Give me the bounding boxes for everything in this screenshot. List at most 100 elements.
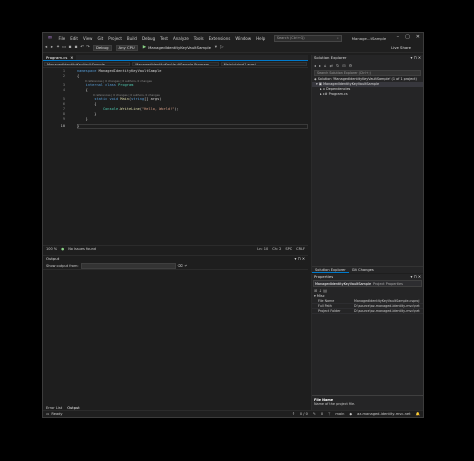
configuration-dropdown[interactable]: Debug	[93, 44, 112, 51]
code-editor[interactable]: 1 2 3 4 5 6 7 8 9 10 namespace ManagedId…	[43, 68, 308, 235]
tree-item-label: ManagedIdentityKeyVaultSample	[323, 82, 380, 86]
home-icon[interactable]: ⌂	[324, 63, 327, 68]
output-source-dropdown[interactable]	[80, 262, 176, 269]
live-share-button[interactable]: Live Share	[391, 45, 411, 50]
platform-dropdown[interactable]: Any CPU	[115, 44, 138, 51]
menu-view[interactable]: View	[80, 36, 95, 41]
category-label: Misc	[316, 294, 325, 298]
solution-explorer-pane: Solution Explorer ▾ ⊓ ✕ ◂ ▸ ⌂ ⇄ ↻ ⊟ ⚙ Se…	[311, 55, 423, 273]
solution-explorer-tabs: Solution Explorer Git Changes	[312, 266, 423, 273]
search-input[interactable]: Search (Ctrl+Q) ⌕	[273, 34, 342, 42]
issues-status[interactable]: No issues found	[68, 247, 96, 251]
line-number: 4	[62, 88, 65, 92]
window-controls: – ▢ ✕	[397, 34, 420, 40]
code-line: static void Main(string[] args)	[94, 97, 162, 101]
status-right: ↑ 0 / 0 ✎ 0 ᛘ main ◆ az-managed-identity…	[292, 412, 420, 416]
commit-count[interactable]: 0 / 0	[300, 412, 308, 416]
line-ending-indicator[interactable]: CRLF	[296, 247, 305, 251]
tree-item-label: Solution 'ManagedIdentityKeyVaultSample'…	[317, 77, 417, 81]
property-value[interactable]: ManagedIdentityKeyVaultSample.csproj	[354, 299, 423, 303]
arrow-up-icon[interactable]: ↑	[292, 412, 295, 416]
member-dropdown[interactable]: Main(string[] args)	[220, 62, 307, 66]
visual-studio-window: ∞ File Edit View Git Project Build Debug…	[42, 32, 424, 418]
pane-title: Properties	[314, 274, 334, 279]
collapse-icon[interactable]: ⊟	[342, 63, 345, 68]
pane-title: Output	[46, 256, 60, 261]
show-output-label: Show output from:	[46, 263, 79, 268]
menu-edit[interactable]: Edit	[68, 36, 81, 41]
property-description: File Name Name of the project file.	[312, 395, 423, 411]
menu-debug[interactable]: Debug	[139, 36, 157, 41]
sync-icon[interactable]: ⇄	[330, 63, 333, 68]
run-target-button[interactable]: ManagedIdentityKeyVaultSample	[148, 45, 211, 50]
property-pages-icon[interactable]: ▤	[323, 288, 327, 293]
property-value[interactable]: D:\source\az-managed-identity-mvc\net	[354, 304, 423, 308]
chevron-down-icon[interactable]: ▾	[314, 294, 316, 298]
chevron-right-icon[interactable]: ▸	[320, 87, 322, 91]
properties-icon[interactable]: ⚙	[349, 63, 353, 68]
repo-name[interactable]: az-managed-identity-mvc-net	[357, 412, 410, 416]
code-line: }	[77, 124, 80, 128]
pin-icon[interactable]: ▾ ⊓ ✕	[411, 55, 421, 61]
properties-toolbar: ⊞ ↓ ▤	[312, 287, 423, 294]
menu-file[interactable]: File	[56, 36, 68, 41]
line-number: 1	[62, 69, 65, 73]
solution-search-input[interactable]: Search Solution Explorer (Ctrl+;)	[314, 70, 421, 76]
maximize-icon[interactable]: ▢	[405, 34, 410, 40]
line-number: 10	[60, 124, 65, 128]
menu-window[interactable]: Window	[233, 36, 254, 41]
changes-count[interactable]: 0	[321, 412, 323, 416]
search-placeholder: Search (Ctrl+Q)	[276, 35, 305, 40]
property-row[interactable]: Project Folder D:\source\az-managed-iden…	[312, 309, 423, 314]
tab-git-changes[interactable]: Git Changes	[349, 267, 377, 273]
refresh-icon[interactable]: ↻	[336, 63, 339, 68]
menu-help[interactable]: Help	[254, 36, 268, 41]
pin-icon[interactable]: ▾ ⊓ ✕	[411, 274, 421, 280]
whitespace-indicator[interactable]: SPC	[285, 247, 292, 251]
tree-item-file[interactable]: ▸ c# Program.cs	[312, 92, 423, 97]
back-icon[interactable]: ◂	[314, 63, 316, 68]
code-line: internal class Program	[85, 83, 134, 87]
menu-tools[interactable]: Tools	[191, 36, 206, 41]
tab-program-cs[interactable]: Program.cs ✕	[43, 55, 77, 60]
tree-item-label: Program.cs	[328, 92, 348, 96]
alphabetical-icon[interactable]: ↓	[319, 288, 322, 293]
menu-project[interactable]: Project	[106, 36, 125, 41]
navigation-bar: ManagedIdentityKeyVaultSample ManagedIde…	[43, 61, 308, 68]
menu-extensions[interactable]: Extensions	[206, 36, 233, 41]
close-icon[interactable]: ✕	[416, 34, 420, 40]
property-value[interactable]: D:\source\az-managed-identity-mvc\net	[354, 309, 423, 313]
char-indicator: Ch: 2	[272, 246, 282, 251]
description-text: Name of the project file.	[314, 402, 356, 406]
menu-build[interactable]: Build	[124, 36, 139, 41]
menu-git[interactable]: Git	[95, 36, 106, 41]
chevron-right-icon[interactable]: ▸	[320, 92, 322, 96]
line-number: 8	[62, 112, 65, 116]
project-dropdown[interactable]: ManagedIdentityKeyVaultSample	[44, 62, 131, 66]
menu-analyze[interactable]: Analyze	[171, 36, 192, 41]
menu-test[interactable]: Test	[158, 36, 171, 41]
zoom-level[interactable]: 100 %	[46, 247, 57, 251]
branch-name[interactable]: main	[335, 412, 344, 416]
categorized-icon[interactable]: ⊞	[314, 288, 317, 293]
start-without-debugging-icon[interactable]: ▷	[219, 45, 225, 50]
check-icon: ●	[61, 246, 65, 251]
forward-icon[interactable]: ▸	[319, 63, 321, 68]
notifications-icon[interactable]: 🔔	[416, 412, 420, 416]
branch-icon: ᛘ	[328, 412, 331, 416]
pencil-icon[interactable]: ✎	[313, 412, 316, 416]
type-dropdown[interactable]: ManagedIdentityKeyVaultSample.Program	[132, 62, 219, 66]
start-debugging-icon[interactable]: ▶	[143, 45, 146, 50]
clear-all-icon[interactable]: ⌫	[178, 264, 183, 268]
property-key: File Name	[318, 299, 335, 303]
object-selector[interactable]: ManagedIdentityKeyVaultSample Project Pr…	[313, 280, 422, 287]
word-wrap-icon[interactable]: ↵	[185, 264, 188, 268]
close-icon[interactable]: ✕	[70, 55, 73, 60]
chevron-down-icon[interactable]: ▾	[316, 82, 318, 86]
pin-icon[interactable]: ▾ ⊓ ✕	[295, 256, 305, 262]
property-key: Full Path	[318, 304, 332, 308]
status-text: Ready	[51, 412, 63, 416]
redo-icon[interactable]: ↷	[85, 45, 91, 50]
minimize-icon[interactable]: –	[397, 34, 400, 40]
tab-solution-explorer[interactable]: Solution Explorer	[312, 267, 349, 273]
